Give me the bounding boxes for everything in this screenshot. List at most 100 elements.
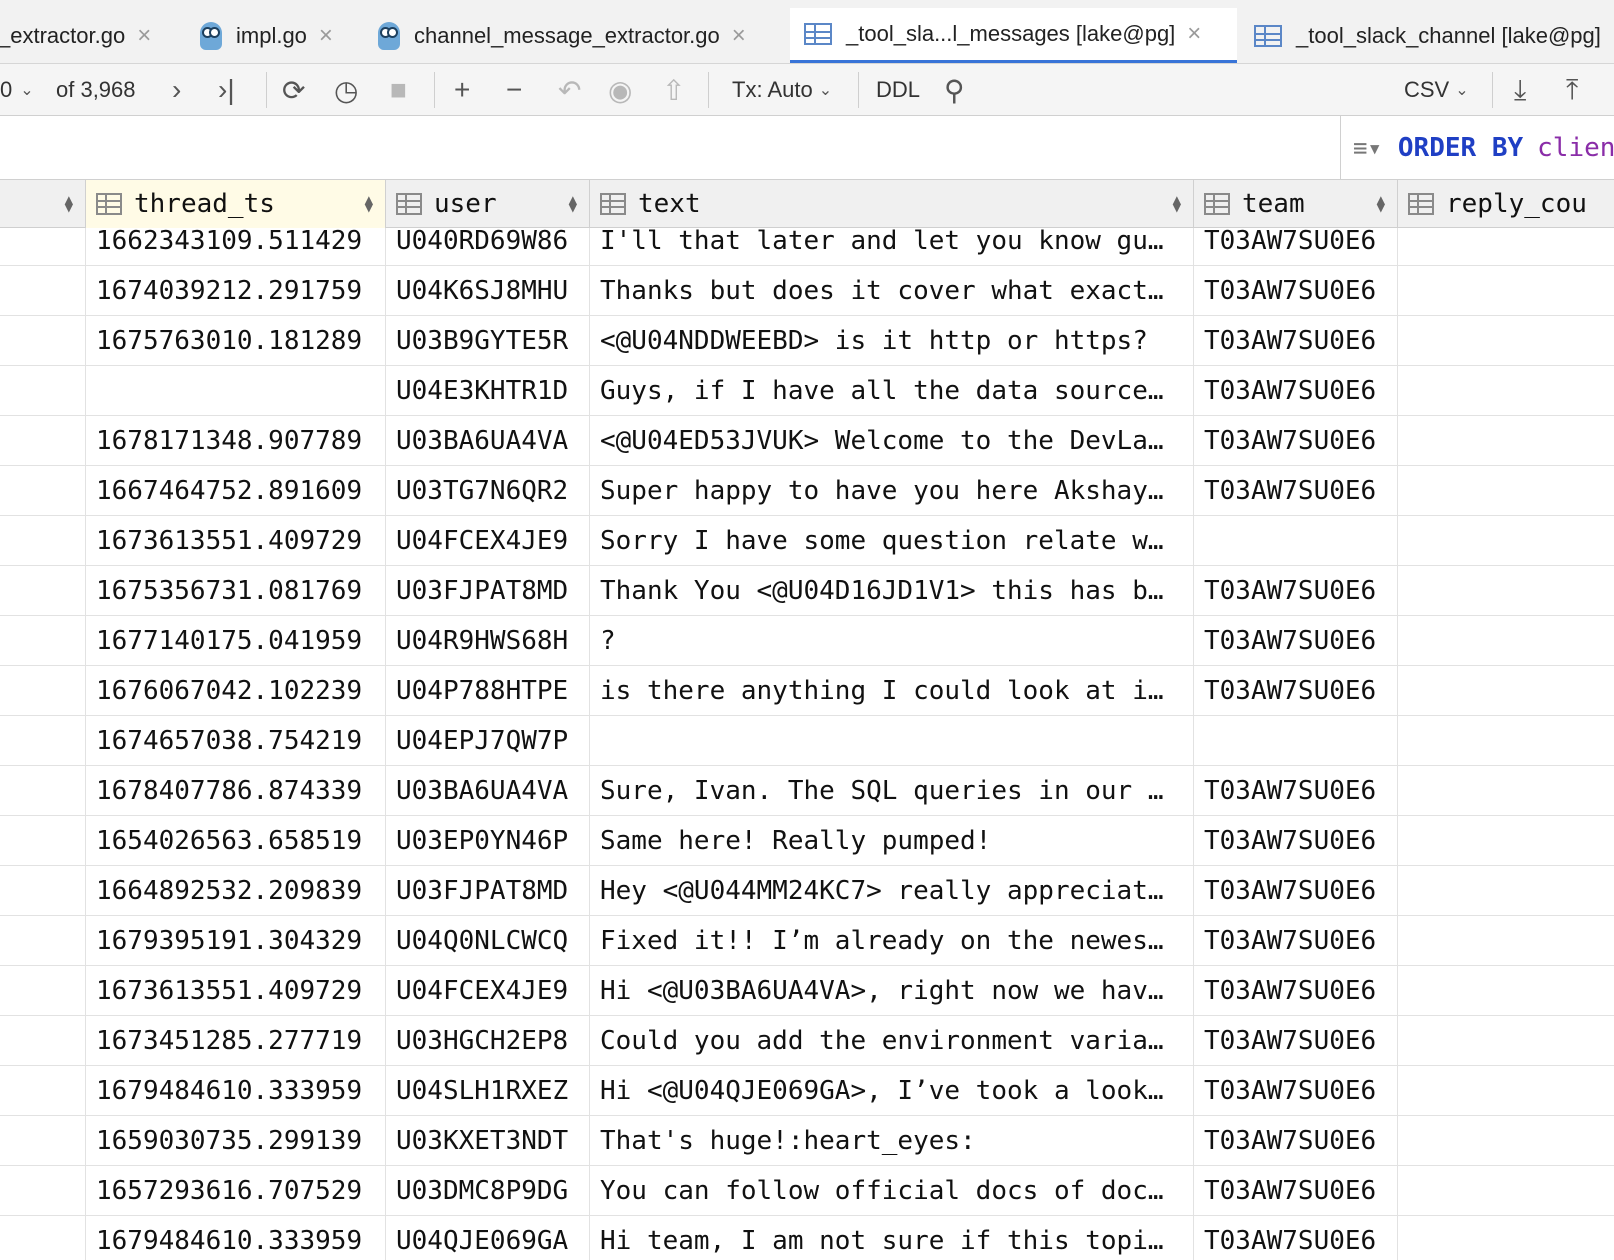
row-cell[interactable] (0, 966, 86, 1016)
export-format-dropdown[interactable]: CSV ⌄ (1404, 64, 1469, 116)
thread-ts-cell[interactable]: 1676067042.102239 (86, 666, 386, 716)
table-row[interactable]: 1676067042.102239 U04P788HTPE is there a… (0, 666, 1614, 716)
text-cell[interactable]: Sorry I have some question relate w… (590, 516, 1194, 566)
user-cell[interactable]: U04R9HWS68H (386, 616, 590, 666)
row-cell[interactable] (0, 266, 86, 316)
thread-ts-cell[interactable]: 1675763010.181289 (86, 316, 386, 366)
sort-icon[interactable]: ▲ ▼ (1377, 193, 1385, 215)
row-cell[interactable] (0, 666, 86, 716)
text-cell[interactable]: Hi <@U03BA6UA4VA>, right now we hav… (590, 966, 1194, 1016)
user-cell[interactable]: U03TG7N6QR2 (386, 466, 590, 516)
user-cell[interactable]: U04SLH1RXEZ (386, 1066, 590, 1116)
table-row[interactable]: 1667464752.891609 U03TG7N6QR2 Super happ… (0, 466, 1614, 516)
table-row[interactable]: 1674039212.291759 U04K6SJ8MHU Thanks but… (0, 266, 1614, 316)
thread-ts-cell[interactable]: 1659030735.299139 (86, 1116, 386, 1166)
upload-icon[interactable]: ⤒ (1566, 64, 1578, 116)
text-cell[interactable]: ? (590, 616, 1194, 666)
order-by-field[interactable]: ≡▾ ORDER BY clien (1340, 116, 1614, 180)
reply-count-cell[interactable] (1398, 1066, 1614, 1116)
user-cell[interactable]: U03KXET3NDT (386, 1116, 590, 1166)
table-row[interactable]: 1673613551.409729 U04FCEX4JE9 Sorry I ha… (0, 516, 1614, 566)
row-cell[interactable] (0, 416, 86, 466)
table-row[interactable]: U04E3KHTR1D Guys, if I have all the data… (0, 366, 1614, 416)
row-cell[interactable] (0, 716, 86, 766)
table-row[interactable]: 1662343109.511429 U040RD69W86 I'll that … (0, 228, 1614, 266)
thread-ts-cell[interactable]: 1674039212.291759 (86, 266, 386, 316)
tab-extractor[interactable]: _extractor.go × (0, 8, 151, 63)
reply-count-cell[interactable] (1398, 228, 1614, 266)
table-row[interactable]: 1657293616.707529 U03DMC8P9DG You can fo… (0, 1166, 1614, 1216)
reply-count-cell[interactable] (1398, 766, 1614, 816)
thread-ts-cell[interactable]: 1675356731.081769 (86, 566, 386, 616)
reply-count-cell[interactable] (1398, 1116, 1614, 1166)
column-header-thread-ts[interactable]: thread_ts ▲ ▼ (86, 180, 386, 228)
sort-icon[interactable]: ▲ ▼ (365, 193, 373, 215)
text-cell[interactable]: <@U04NDDWEEBD> is it http or https? (590, 316, 1194, 366)
stop-icon[interactable]: ■ (390, 64, 407, 116)
download-icon[interactable]: ⤓ (1514, 64, 1526, 116)
text-cell[interactable]: Sure, Ivan. The SQL queries in our … (590, 766, 1194, 816)
transaction-mode-dropdown[interactable]: Tx: Auto ⌄ (732, 64, 832, 116)
thread-ts-cell[interactable]: 1667464752.891609 (86, 466, 386, 516)
page-selector[interactable]: 0 ⌄ (0, 64, 34, 116)
thread-ts-cell[interactable]: 1673613551.409729 (86, 966, 386, 1016)
reply-count-cell[interactable] (1398, 966, 1614, 1016)
text-cell[interactable]: Fixed it!! I’m already on the newes… (590, 916, 1194, 966)
text-cell[interactable]: That's huge!:heart_eyes: (590, 1116, 1194, 1166)
user-cell[interactable]: U04P788HTPE (386, 666, 590, 716)
table-row[interactable]: 1673613551.409729 U04FCEX4JE9 Hi <@U03BA… (0, 966, 1614, 1016)
row-cell[interactable] (0, 1116, 86, 1166)
thread-ts-cell[interactable]: 1664892532.209839 (86, 866, 386, 916)
team-cell[interactable]: T03AW7SU0E6 (1194, 1216, 1398, 1260)
user-cell[interactable]: U03DMC8P9DG (386, 1166, 590, 1216)
user-cell[interactable]: U04QJE069GA (386, 1216, 590, 1260)
user-cell[interactable]: U03HGCH2EP8 (386, 1016, 590, 1066)
reply-count-cell[interactable] (1398, 516, 1614, 566)
reply-count-cell[interactable] (1398, 366, 1614, 416)
thread-ts-cell[interactable]: 1673451285.277719 (86, 1016, 386, 1066)
table-row[interactable]: 1678171348.907789 U03BA6UA4VA <@U04ED53J… (0, 416, 1614, 466)
column-header-user[interactable]: user ▲ ▼ (386, 180, 590, 228)
next-page-icon[interactable]: › (172, 64, 181, 116)
column-header-text[interactable]: text ▲ ▼ (590, 180, 1194, 228)
row-cell[interactable] (0, 366, 86, 416)
last-page-icon[interactable]: ›| (218, 64, 235, 116)
team-cell[interactable]: T03AW7SU0E6 (1194, 916, 1398, 966)
team-cell[interactable]: T03AW7SU0E6 (1194, 228, 1398, 266)
thread-ts-cell[interactable]: 1654026563.658519 (86, 816, 386, 866)
team-cell[interactable]: T03AW7SU0E6 (1194, 366, 1398, 416)
row-cell[interactable] (0, 566, 86, 616)
text-cell[interactable]: Super happy to have you here Akshay… (590, 466, 1194, 516)
thread-ts-cell[interactable]: 1662343109.511429 (86, 228, 386, 266)
user-cell[interactable]: U04E3KHTR1D (386, 366, 590, 416)
preview-pending-icon[interactable]: ◉ (608, 64, 632, 116)
text-cell[interactable]: You can follow official docs of doc… (590, 1166, 1194, 1216)
reply-count-cell[interactable] (1398, 466, 1614, 516)
row-cell[interactable] (0, 1166, 86, 1216)
text-cell[interactable]: <@U04ED53JVUK> Welcome to the DevLa… (590, 416, 1194, 466)
tab-channel-message-extractor[interactable]: channel_message_extractor.go × (378, 8, 746, 63)
row-cell[interactable] (0, 816, 86, 866)
user-cell[interactable]: U04FCEX4JE9 (386, 516, 590, 566)
table-row[interactable]: 1675356731.081769 U03FJPAT8MD Thank You … (0, 566, 1614, 616)
thread-ts-cell[interactable]: 1679484610.333959 (86, 1066, 386, 1116)
column-header-team[interactable]: team ▲ ▼ (1194, 180, 1398, 228)
row-cell[interactable] (0, 1016, 86, 1066)
user-cell[interactable]: U03FJPAT8MD (386, 866, 590, 916)
user-cell[interactable]: U040RD69W86 (386, 228, 590, 266)
table-row[interactable]: 1664892532.209839 U03FJPAT8MD Hey <@U044… (0, 866, 1614, 916)
user-cell[interactable]: U04EPJ7QW7P (386, 716, 590, 766)
close-icon[interactable]: × (1187, 20, 1201, 48)
thread-ts-cell[interactable]: 1678407786.874339 (86, 766, 386, 816)
revert-icon[interactable]: ↶ (558, 64, 581, 116)
table-row[interactable]: 1659030735.299139 U03KXET3NDT That's hug… (0, 1116, 1614, 1166)
close-icon[interactable]: × (732, 22, 746, 50)
refresh-icon[interactable]: ⟳ (282, 64, 305, 116)
user-cell[interactable]: U04K6SJ8MHU (386, 266, 590, 316)
row-cell[interactable] (0, 866, 86, 916)
team-cell[interactable]: T03AW7SU0E6 (1194, 766, 1398, 816)
thread-ts-cell[interactable]: 1678171348.907789 (86, 416, 386, 466)
user-cell[interactable]: U03B9GYTE5R (386, 316, 590, 366)
table-row[interactable]: 1679484610.333959 U04QJE069GA Hi team, I… (0, 1216, 1614, 1260)
team-cell[interactable]: T03AW7SU0E6 (1194, 666, 1398, 716)
